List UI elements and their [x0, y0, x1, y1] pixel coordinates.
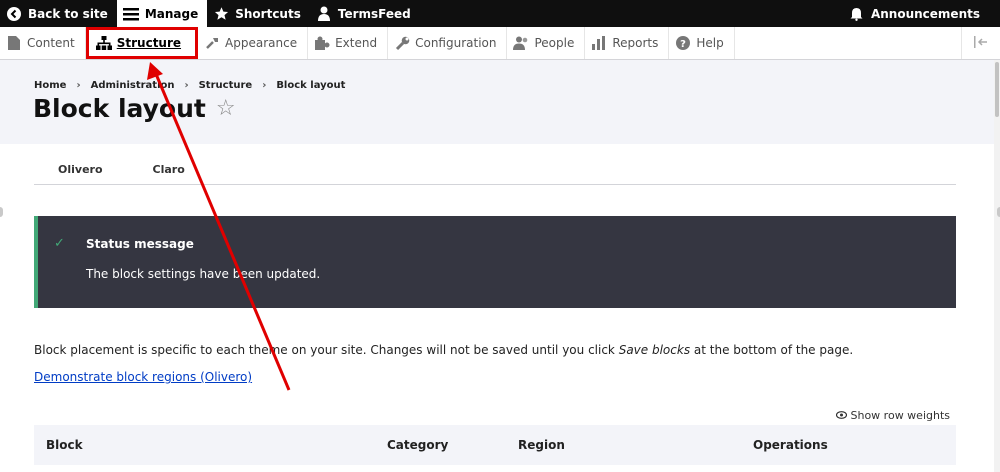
shortcuts-tab[interactable]: Shortcuts	[207, 0, 310, 27]
breadcrumb-administration[interactable]: Administration	[91, 80, 175, 91]
shortcuts-label: Shortcuts	[235, 6, 301, 21]
tray-item-people[interactable]: People	[507, 27, 586, 59]
back-arrow-icon	[6, 6, 22, 22]
breadcrumb-separator: ›	[184, 80, 189, 91]
tray-orientation-toggle[interactable]	[961, 27, 1000, 59]
page-title: Block layout	[33, 94, 206, 123]
tray-item-label: Configuration	[415, 36, 497, 50]
column-header-block: Block	[46, 438, 83, 452]
tray-item-label: People	[534, 36, 575, 50]
tray-item-label: Content	[27, 36, 75, 50]
status-title: Status message	[86, 237, 194, 251]
show-row-weights-label: Show row weights	[850, 409, 951, 422]
left-edge-handle	[0, 207, 3, 217]
tab-claro[interactable]: Claro	[153, 163, 185, 176]
theme-tabs: Olivero Claro	[34, 154, 956, 185]
column-header-region: Region	[518, 438, 565, 452]
extend-icon	[314, 35, 330, 51]
check-icon: ✓	[54, 236, 65, 251]
tray-item-structure[interactable]: Structure	[85, 27, 199, 59]
back-to-site-label: Back to site	[28, 6, 108, 21]
eye-icon	[835, 409, 847, 422]
tray-item-label: Structure	[116, 36, 182, 50]
star-icon	[213, 6, 229, 22]
breadcrumb-home[interactable]: Home	[34, 80, 66, 91]
help-icon: ?	[675, 35, 691, 51]
tab-olivero[interactable]: Olivero	[58, 163, 103, 176]
page-title-row: Block layout ☆	[33, 94, 236, 123]
announcements-tab[interactable]: Announcements	[843, 0, 1000, 27]
status-body: The block settings have been updated.	[86, 267, 321, 281]
collapse-icon	[974, 35, 988, 51]
content-icon	[6, 35, 22, 51]
demonstrate-regions-link[interactable]: Demonstrate block regions (Olivero)	[34, 370, 252, 384]
column-header-category: Category	[387, 438, 449, 452]
show-row-weights-button[interactable]: Show row weights	[835, 409, 951, 422]
tray-item-extend[interactable]: Extend	[308, 27, 389, 59]
admin-toolbar: Back to site Manage Shortcuts TermsFeed …	[0, 0, 1000, 27]
add-shortcut-star-icon[interactable]: ☆	[216, 96, 236, 121]
tray-item-appearance[interactable]: Appearance	[198, 27, 309, 59]
tray-item-label: Extend	[335, 36, 378, 50]
back-to-site-link[interactable]: Back to site	[0, 0, 117, 27]
page-scrollbar[interactable]	[994, 60, 1000, 472]
appearance-icon	[204, 35, 220, 51]
tray-item-configuration[interactable]: Configuration	[388, 27, 508, 59]
manage-label: Manage	[144, 6, 199, 21]
people-icon	[513, 35, 529, 51]
description-save-blocks: Save blocks	[618, 343, 691, 357]
breadcrumb-block-layout: Block layout	[276, 80, 346, 91]
tray-item-label: Reports	[612, 36, 659, 50]
manage-tab[interactable]: Manage	[116, 0, 208, 27]
hamburger-icon	[122, 6, 139, 22]
tray-item-reports[interactable]: Reports	[585, 27, 670, 59]
tray-item-content[interactable]: Content	[0, 27, 86, 59]
column-header-operations: Operations	[753, 438, 828, 452]
status-message: ✓ Status message The block settings have…	[34, 216, 956, 308]
description-before: Block placement is specific to each them…	[34, 343, 619, 357]
tray-item-help[interactable]: ? Help	[669, 27, 735, 59]
configuration-icon	[394, 35, 410, 51]
description-after: at the bottom of the page.	[690, 343, 854, 357]
breadcrumb-separator: ›	[262, 80, 267, 91]
announcements-label: Announcements	[870, 6, 980, 21]
user-icon	[316, 6, 332, 22]
breadcrumb-structure[interactable]: Structure	[199, 80, 253, 91]
bell-icon	[849, 6, 865, 22]
blocks-table-header: Block Category Region Operations	[34, 425, 956, 465]
breadcrumb: Home › Administration › Structure › Bloc…	[34, 80, 345, 91]
tray-item-label: Help	[696, 36, 724, 50]
svg-text:?: ?	[680, 39, 686, 50]
tray-item-label: Appearance	[225, 36, 298, 50]
user-tab[interactable]: TermsFeed	[310, 0, 420, 27]
scrollbar-thumb[interactable]	[995, 62, 999, 117]
reports-icon	[591, 35, 607, 51]
structure-icon	[95, 35, 112, 51]
admin-tray: Content Structure Appearance Extend Conf…	[0, 27, 1000, 60]
block-placement-description: Block placement is specific to each them…	[34, 343, 853, 357]
user-label: TermsFeed	[337, 6, 411, 21]
breadcrumb-separator: ›	[76, 80, 81, 91]
